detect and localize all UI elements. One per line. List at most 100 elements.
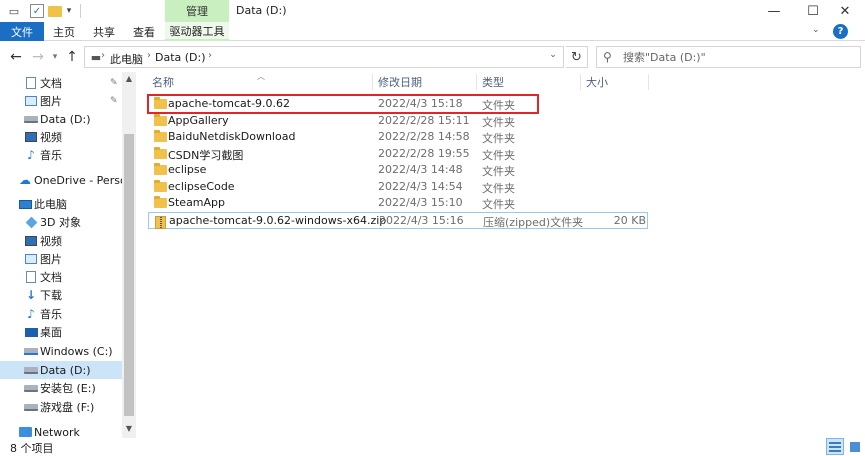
column-header-size[interactable]: 大小 bbox=[586, 72, 608, 92]
video-icon bbox=[24, 235, 38, 247]
new-folder-icon[interactable] bbox=[48, 6, 62, 17]
file-date: 2022/2/28 15:11 bbox=[378, 113, 470, 127]
ribbon-tabs: 文件 主页 共享 查看 驱动器工具 ⌄ ? bbox=[0, 22, 865, 41]
scrollbar-thumb[interactable] bbox=[124, 134, 134, 416]
nav-item[interactable]: Windows (C:) bbox=[0, 342, 122, 360]
large-icons-view-button[interactable] bbox=[846, 438, 864, 455]
music-icon: ♪ bbox=[27, 148, 35, 162]
table-row[interactable]: eclipseCode 2022/4/3 14:54 文件夹 bbox=[148, 179, 648, 196]
nav-item-label: Data (D:) bbox=[40, 363, 91, 377]
column-header-type[interactable]: 类型 bbox=[482, 72, 504, 92]
recent-locations-icon[interactable]: ▾ bbox=[50, 49, 60, 65]
table-row[interactable]: AppGallery 2022/2/28 15:11 文件夹 bbox=[148, 113, 648, 130]
divider[interactable] bbox=[476, 74, 477, 90]
drive-icon bbox=[24, 364, 38, 376]
breadcrumb-separator-icon[interactable]: › bbox=[101, 50, 105, 61]
nav-item[interactable]: 视频 bbox=[0, 232, 122, 250]
nav-item[interactable]: Data (D:) bbox=[0, 110, 122, 128]
file-name: apache-tomcat-9.0.62-windows-x64.zip bbox=[169, 213, 387, 227]
this-pc-icon bbox=[18, 198, 32, 210]
refresh-icon[interactable]: ↻ bbox=[566, 46, 588, 68]
nav-item-label: 文档 bbox=[40, 271, 62, 284]
scroll-down-icon[interactable]: ▼ bbox=[124, 424, 134, 433]
nav-item[interactable]: ♪ 音乐 bbox=[0, 305, 122, 323]
up-arrow-icon[interactable]: ↑ bbox=[64, 49, 80, 65]
music-icon: ♪ bbox=[27, 307, 35, 321]
column-header-name[interactable]: 名称 bbox=[152, 72, 174, 92]
title-bar: ▭ ✓ ▾ 管理 Data (D:) — ☐ ✕ bbox=[0, 0, 865, 22]
folder-icon bbox=[154, 163, 167, 175]
properties-check-icon[interactable]: ✓ bbox=[30, 4, 44, 18]
table-row[interactable]: BaiduNetdiskDownload 2022/2/28 14:58 文件夹 bbox=[148, 129, 648, 146]
picture-icon bbox=[24, 253, 38, 265]
nav-item[interactable]: 图片 ✎ bbox=[0, 92, 122, 110]
breadcrumb-data-drive[interactable]: Data (D:) bbox=[155, 51, 206, 64]
details-view-button[interactable] bbox=[826, 438, 844, 455]
navigation-pane: 文档 ✎ 图片 ✎ Data (D:) 视频 ♪ 音乐 ☁OneDrive - Personal… bbox=[0, 72, 136, 439]
nav-item[interactable]: ☁OneDrive - Personal bbox=[0, 171, 122, 189]
nav-item[interactable]: 桌面 bbox=[0, 323, 122, 341]
tab-view[interactable]: 查看 bbox=[126, 22, 162, 41]
breadcrumb-this-pc[interactable]: 此电脑 bbox=[110, 51, 143, 67]
nav-item[interactable]: ♪ 音乐 bbox=[0, 146, 122, 164]
table-row[interactable]: SteamApp 2022/4/3 15:10 文件夹 bbox=[148, 195, 648, 212]
item-count: 8 个项目 bbox=[10, 442, 54, 455]
context-tab-manage[interactable]: 管理 bbox=[165, 0, 229, 22]
file-name: BaiduNetdiskDownload bbox=[168, 130, 296, 143]
file-type: 文件夹 bbox=[482, 148, 515, 162]
address-bar[interactable]: ▬ › 此电脑 › Data (D:) › bbox=[84, 46, 564, 68]
folder-icon bbox=[154, 196, 167, 208]
network-icon bbox=[18, 426, 32, 438]
help-icon[interactable]: ? bbox=[833, 24, 848, 39]
picture-icon bbox=[24, 95, 38, 107]
table-row[interactable]: apache-tomcat-9.0.62-windows-x64.zip 2022… bbox=[148, 211, 648, 229]
table-row[interactable]: eclipse 2022/4/3 14:48 文件夹 bbox=[148, 162, 648, 179]
search-input[interactable] bbox=[623, 48, 853, 66]
quick-access-dropdown-icon[interactable]: ▾ bbox=[64, 3, 74, 19]
nav-item[interactable]: 此电脑 bbox=[0, 195, 122, 213]
nav-item-label: 图片 bbox=[40, 253, 62, 266]
divider[interactable] bbox=[580, 74, 581, 90]
tab-home[interactable]: 主页 bbox=[46, 22, 82, 41]
zip-folder-icon bbox=[155, 215, 166, 229]
large-icons-view-icon bbox=[850, 441, 860, 452]
scroll-up-icon[interactable]: ▲ bbox=[124, 74, 134, 83]
desktop-icon bbox=[24, 326, 38, 338]
file-name: eclipseCode bbox=[168, 179, 235, 193]
navigation-bar: ← → ▾ ↑ ▬ › 此电脑 › Data (D:) › ⌄ ↻ ⚲ bbox=[0, 42, 865, 72]
expand-ribbon-icon[interactable]: ⌄ bbox=[812, 25, 820, 35]
back-arrow-icon[interactable]: ← bbox=[8, 49, 24, 65]
nav-item[interactable]: 文档 ✎ bbox=[0, 74, 122, 92]
file-date: 2022/4/3 15:16 bbox=[379, 213, 464, 227]
table-row[interactable]: CSDN学习截图 2022/2/28 19:55 文件夹 bbox=[148, 146, 648, 163]
minimize-button[interactable]: — bbox=[754, 0, 794, 22]
divider[interactable] bbox=[648, 74, 649, 90]
file-date: 2022/4/3 14:54 bbox=[378, 179, 463, 193]
nav-item[interactable]: 文档 bbox=[0, 268, 122, 286]
breadcrumb-separator-icon[interactable]: › bbox=[208, 50, 212, 61]
search-box[interactable]: ⚲ bbox=[596, 46, 861, 68]
nav-item[interactable]: ↓ 下载 bbox=[0, 286, 122, 304]
close-button[interactable]: ✕ bbox=[825, 0, 865, 22]
nav-scrollbar[interactable]: ▲ ▼ bbox=[122, 72, 136, 438]
forward-arrow-icon[interactable]: → bbox=[30, 49, 46, 65]
nav-item[interactable]: 安装包 (E:) bbox=[0, 379, 122, 397]
nav-item[interactable]: 视频 bbox=[0, 128, 122, 146]
tab-share[interactable]: 共享 bbox=[86, 22, 122, 41]
address-dropdown-icon[interactable]: ⌄ bbox=[544, 46, 562, 64]
window-title: Data (D:) bbox=[236, 4, 287, 17]
divider[interactable] bbox=[372, 74, 373, 90]
file-type: 文件夹 bbox=[482, 198, 515, 211]
column-header-date[interactable]: 修改日期 bbox=[378, 72, 422, 92]
nav-item-label: 3D 对象 bbox=[40, 216, 81, 229]
nav-item[interactable]: Data (D:) bbox=[0, 361, 122, 379]
nav-item-label: Windows (C:) bbox=[40, 344, 113, 358]
tab-drive-tools[interactable]: 驱动器工具 bbox=[165, 22, 229, 41]
nav-item[interactable]: 图片 bbox=[0, 250, 122, 268]
file-date: 2022/4/3 15:10 bbox=[378, 196, 463, 209]
tab-file[interactable]: 文件 bbox=[0, 22, 44, 41]
breadcrumb-separator-icon[interactable]: › bbox=[147, 50, 151, 61]
nav-item[interactable]: 游戏盘 (F:) bbox=[0, 398, 122, 416]
drive-icon bbox=[24, 382, 38, 394]
nav-item[interactable]: 3D 对象 bbox=[0, 213, 122, 231]
